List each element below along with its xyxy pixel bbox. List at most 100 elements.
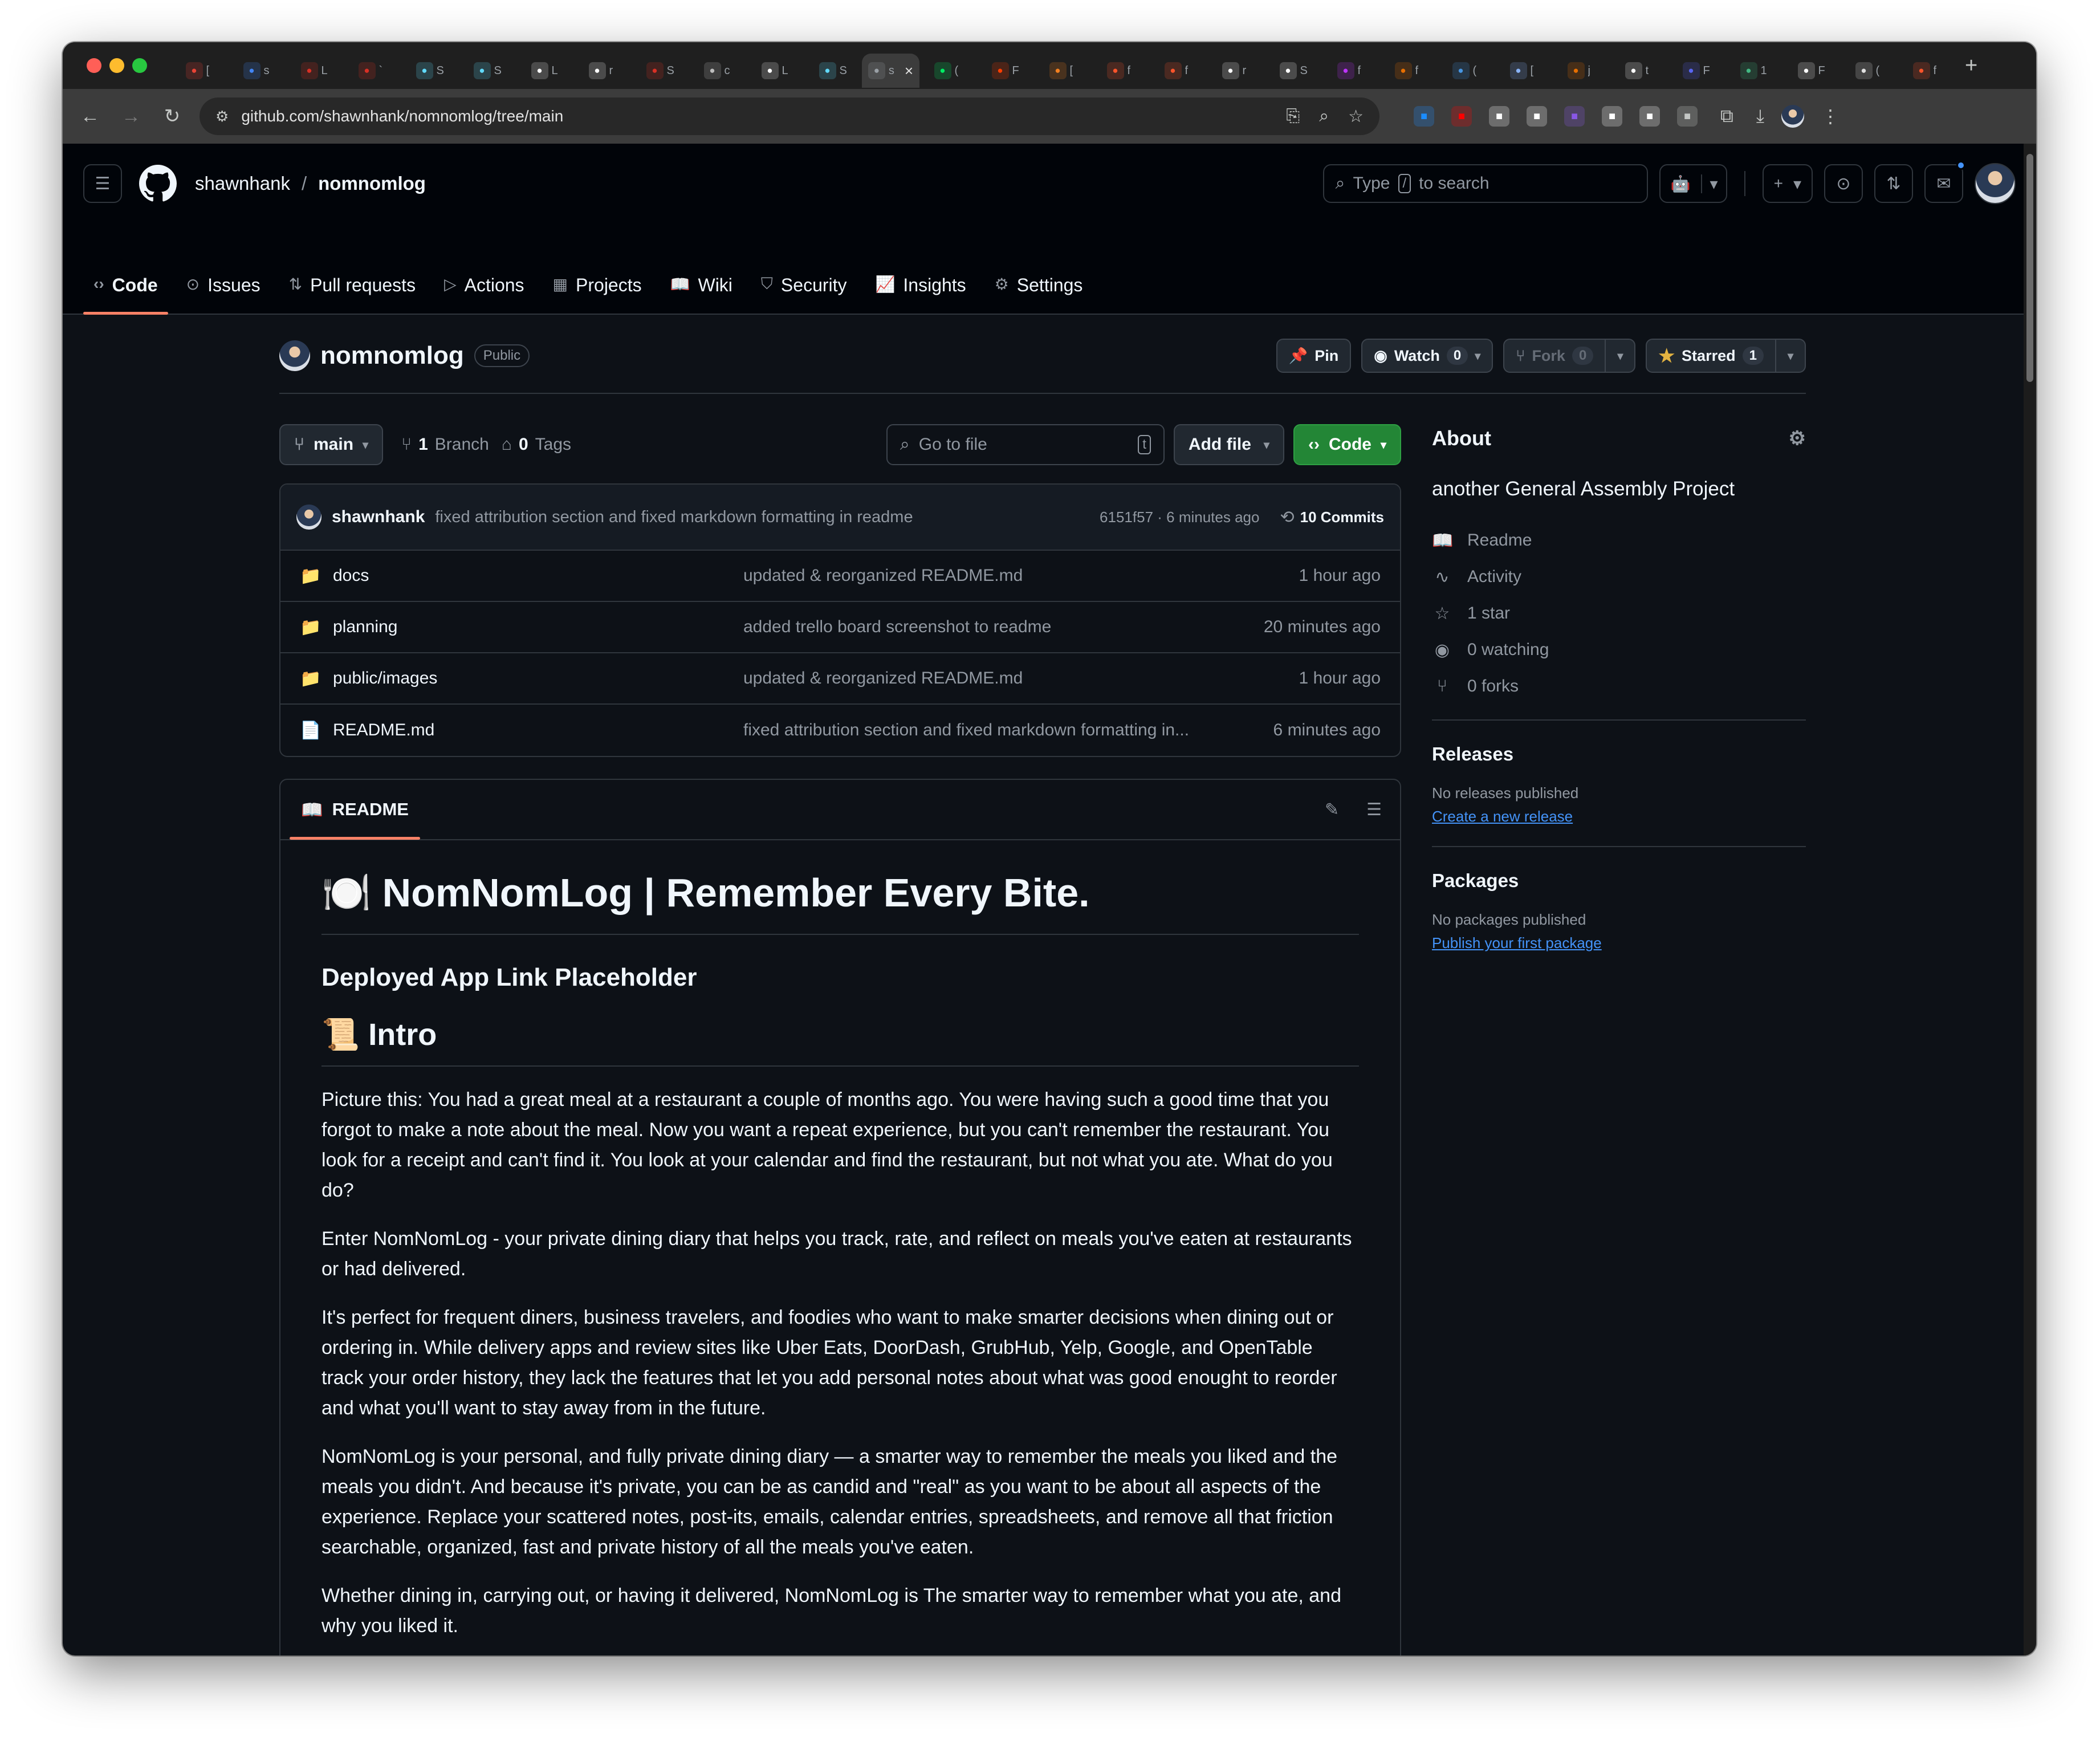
browser-tab[interactable]: ● f <box>1380 54 1438 88</box>
browser-tab[interactable]: ● j <box>1553 54 1610 88</box>
breadcrumb-owner[interactable]: shawnhank <box>195 173 290 194</box>
branch-selector[interactable]: ⑂ main ▾ <box>279 424 384 465</box>
medium-ext-icon[interactable]: ■ <box>1639 106 1660 127</box>
commit-message[interactable]: fixed attribution section and fixed mark… <box>435 508 913 527</box>
pull-requests-button[interactable]: ⇅ <box>1874 164 1913 203</box>
tab-issues[interactable]: ⊙ Issues <box>176 267 271 315</box>
browser-tab[interactable]: ● L <box>747 54 804 88</box>
browser-tab[interactable]: ●( <box>919 54 977 88</box>
branches-link[interactable]: ⑂ 1 Branch <box>401 435 489 454</box>
browser-tab[interactable]: ● t <box>1610 54 1668 88</box>
about-link-readme[interactable]: 📖 Readme <box>1432 522 1806 559</box>
file-commit-message[interactable]: updated & reorganized README.md <box>743 566 1282 585</box>
browser-tab[interactable]: ● S <box>1265 54 1322 88</box>
table-row[interactable]: 📁 planning added trello board screenshot t… <box>280 602 1400 653</box>
browser-tab[interactable]: ●( <box>1841 54 1898 88</box>
create-release-link[interactable]: Create a new release <box>1432 808 1806 825</box>
chevron-down-icon[interactable]: ▾ <box>1617 349 1623 363</box>
youtube-icon[interactable]: ■ <box>1451 106 1472 127</box>
add-file-button[interactable]: Add file ▾ <box>1173 424 1284 465</box>
maximize-window-button[interactable] <box>132 58 147 73</box>
file-name[interactable]: public/images <box>333 669 743 688</box>
file-commit-message[interactable]: added trello board screenshot to readme <box>743 617 1247 637</box>
file-name[interactable]: README.md <box>333 721 743 740</box>
chevron-down-icon[interactable]: ▾ <box>1788 349 1793 363</box>
hi-icon[interactable]: ■ <box>1489 106 1509 127</box>
browser-tab[interactable]: ● F <box>1668 54 1725 88</box>
tab-projects[interactable]: ▦ Projects <box>543 267 652 315</box>
install-app-icon[interactable]: ⎘ <box>1286 107 1300 127</box>
browser-tab[interactable]: ● c <box>689 54 747 88</box>
browser-tab[interactable]: ● f <box>1092 54 1150 88</box>
file-name[interactable]: docs <box>333 566 743 585</box>
page-scrollbar[interactable] <box>2024 144 2036 1655</box>
file-commit-message[interactable]: updated & reorganized README.md <box>743 669 1282 688</box>
tab-code[interactable]: ‹› Code <box>83 267 168 315</box>
chevron-down-icon[interactable]: ▾ <box>1475 349 1480 363</box>
about-link-0-watching[interactable]: ◉ 0 watching <box>1432 632 1806 668</box>
browser-tab[interactable]: ● s × <box>862 54 919 88</box>
browser-tab[interactable]: ● S <box>401 54 459 88</box>
pin-button[interactable]: 📌 Pin <box>1276 339 1352 373</box>
about-link-activity[interactable]: ∿ Activity <box>1432 559 1806 595</box>
go-to-file-input[interactable]: ⌕ Go to file t <box>886 424 1165 465</box>
tab-insights[interactable]: 📈 Insights <box>865 267 976 315</box>
zoom-icon[interactable]: ⌕ <box>1319 107 1329 127</box>
browser-tab[interactable]: ● 1 <box>1725 54 1783 88</box>
browser-tab[interactable]: ● S <box>632 54 689 88</box>
browser-tab[interactable]: ● S <box>804 54 862 88</box>
menu-kebab-icon[interactable]: ⋮ <box>1821 105 1839 127</box>
browser-tab[interactable]: ● F <box>977 54 1035 88</box>
browser-tab[interactable]: ● f <box>1322 54 1380 88</box>
browser-tab[interactable]: ● L <box>516 54 574 88</box>
download-icon[interactable]: ⤓ <box>1756 105 1764 127</box>
site-info-icon[interactable]: ⚙ <box>215 108 229 125</box>
commit-author-avatar[interactable] <box>296 505 321 530</box>
tab-search-icon[interactable]: ⧉ <box>1720 105 1733 127</box>
issues-button[interactable]: ⊙ <box>1824 164 1863 203</box>
about-link-0-forks[interactable]: ⑂ 0 forks <box>1432 668 1806 705</box>
profile-avatar[interactable] <box>1781 105 1805 128</box>
code-button[interactable]: ‹› Code ▾ <box>1293 424 1401 465</box>
browser-tab[interactable]: ●[ <box>1495 54 1553 88</box>
browser-tab[interactable]: ● F <box>1783 54 1841 88</box>
chevron-down-icon[interactable]: ▾ <box>1793 174 1812 193</box>
tab-pull-requests[interactable]: ⇅ Pull requests <box>279 267 426 315</box>
github-logo-icon[interactable] <box>139 165 177 202</box>
copilot-button[interactable]: 🤖 ▾ <box>1659 164 1727 203</box>
close-window-button[interactable] <box>87 58 101 73</box>
publish-package-link[interactable]: Publish your first package <box>1432 934 1806 952</box>
commit-author[interactable]: shawnhank <box>332 507 425 527</box>
commit-sha-time[interactable]: 6151f57 · 6 minutes ago <box>1100 509 1259 526</box>
starred-button[interactable]: ★ Starred 1 ▾ <box>1646 339 1806 373</box>
global-search-input[interactable]: ⌕ Type / to search <box>1322 164 1648 203</box>
forward-button[interactable]: → <box>111 105 152 128</box>
browser-tab[interactable]: ●( <box>1438 54 1495 88</box>
file-name[interactable]: planning <box>333 617 743 637</box>
address-bar[interactable]: ⚙ github.com/shawnhank/nomnomlog/tree/ma… <box>200 97 1379 135</box>
readme-tab[interactable]: 📖 README <box>290 780 420 840</box>
browser-tab[interactable]: ● f <box>1898 54 1956 88</box>
tab-security[interactable]: ⛉ Security <box>751 267 857 315</box>
fork-button[interactable]: ⑂ Fork 0 ▾ <box>1503 339 1636 373</box>
table-row[interactable]: 📁 public/images updated & reorganized READ… <box>280 653 1400 705</box>
browser-tab[interactable]: ● S <box>459 54 516 88</box>
plus-icon[interactable]: + <box>1764 174 1793 193</box>
notifications-button[interactable]: ✉ <box>1924 161 1965 203</box>
releases-heading[interactable]: Releases <box>1432 743 1806 765</box>
minimize-window-button[interactable] <box>109 58 124 73</box>
tags-link[interactable]: ⌂ 0 Tags <box>502 435 571 454</box>
close-tab-icon[interactable]: × <box>905 62 913 80</box>
bookmark-star-icon[interactable]: ☆ <box>1348 107 1364 127</box>
copilot-icon[interactable]: 🤖 <box>1661 174 1701 193</box>
onepassword-icon[interactable]: ■ <box>1414 106 1434 127</box>
browser-tab[interactable]: ● r <box>1207 54 1265 88</box>
table-row[interactable]: 📄 README.md fixed attribution section and … <box>280 705 1400 756</box>
watch-button[interactable]: ◉ Watch 0 ▾ <box>1361 339 1493 373</box>
reload-button[interactable]: ↻ <box>152 105 193 128</box>
owner-avatar[interactable] <box>279 340 310 371</box>
chevron-down-icon[interactable]: ▾ <box>1700 174 1726 193</box>
new-tab-button[interactable]: + <box>1965 54 1977 78</box>
browser-tab[interactable]: ●[ <box>171 54 229 88</box>
purple-ext-icon[interactable]: ■ <box>1564 106 1585 127</box>
